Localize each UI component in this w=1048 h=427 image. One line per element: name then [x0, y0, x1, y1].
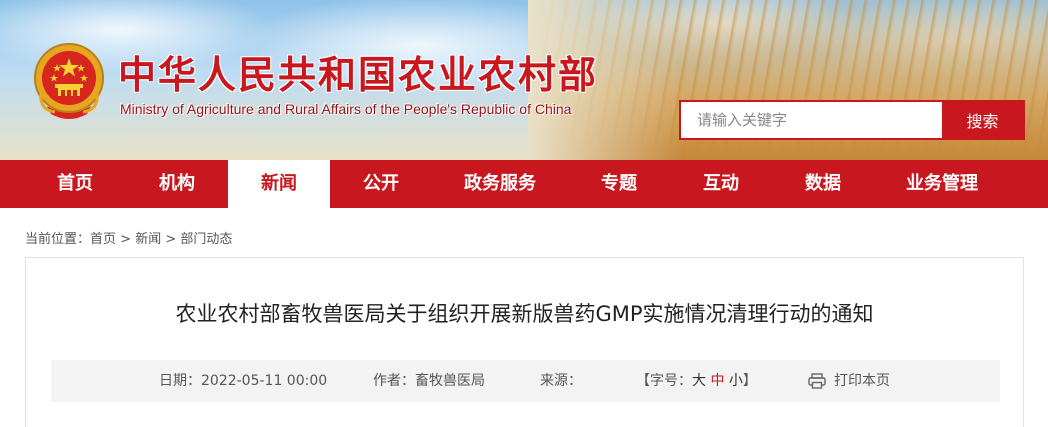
article-meta-bar: 日期：2022-05-11 00:00 作者：畜牧兽医局 来源： 【字号：大 中… — [51, 360, 1000, 402]
search-box: 搜索 — [679, 100, 1025, 140]
print-button[interactable]: 打印本页 — [808, 360, 890, 402]
nav-item-topics[interactable]: 专题 — [568, 160, 670, 208]
date-value: 2022-05-11 00:00 — [201, 373, 328, 389]
author-value: 畜牧兽医局 — [415, 373, 485, 389]
author-label: 作者： — [373, 373, 415, 389]
font-size-medium-button[interactable]: 中 — [710, 373, 724, 389]
font-size-control: 【字号：大 中 小】 — [636, 360, 757, 402]
header-banner: 中华人民共和国农业农村部 Ministry of Agriculture and… — [0, 0, 1048, 160]
article-card: 农业农村部畜牧兽医局关于组织开展新版兽药GMP实施情况清理行动的通知 日期：20… — [25, 257, 1024, 427]
nav-item-public[interactable]: 公开 — [330, 160, 432, 208]
nav-item-interaction[interactable]: 互动 — [670, 160, 772, 208]
font-size-small-button[interactable]: 小 — [729, 373, 743, 389]
nav-item-organization[interactable]: 机构 — [126, 160, 228, 208]
breadcrumb-prefix: 当前位置： — [25, 232, 91, 247]
print-label: 打印本页 — [834, 373, 890, 389]
date-label: 日期： — [159, 373, 201, 389]
nav-item-business-management[interactable]: 业务管理 — [874, 160, 1010, 208]
search-button[interactable]: 搜索 — [942, 102, 1023, 138]
article-title: 农业农村部畜牧兽医局关于组织开展新版兽药GMP实施情况清理行动的通知 — [175, 302, 874, 326]
breadcrumb-link-home[interactable]: 首页 — [90, 232, 116, 247]
nav-item-data[interactable]: 数据 — [772, 160, 874, 208]
search-input[interactable] — [681, 102, 942, 138]
font-size-close: 】 — [742, 373, 757, 389]
main-nav: 首页 机构 新闻 公开 政务服务 专题 互动 数据 业务管理 — [0, 160, 1048, 208]
breadcrumb-link-department-news[interactable]: 部门动态 — [180, 232, 232, 247]
nav-item-news[interactable]: 新闻 — [228, 160, 330, 208]
nav-item-home[interactable]: 首页 — [24, 160, 126, 208]
source-label: 来源： — [540, 373, 582, 389]
article-source: 来源： — [540, 360, 582, 402]
nav-item-government-services[interactable]: 政务服务 — [432, 160, 568, 208]
article-date: 日期：2022-05-11 00:00 — [159, 360, 327, 402]
font-size-open: 【字号： — [636, 373, 692, 389]
national-emblem-icon — [34, 43, 104, 119]
breadcrumb: 当前位置：首页 > 新闻 > 部门动态 — [25, 228, 232, 247]
site-title[interactable]: 中华人民共和国农业农村部 — [118, 44, 598, 99]
breadcrumb-link-news[interactable]: 新闻 — [135, 232, 161, 247]
article-author: 作者：畜牧兽医局 — [373, 360, 485, 402]
font-size-big-button[interactable]: 大 — [692, 373, 706, 389]
site-subtitle: Ministry of Agriculture and Rural Affair… — [120, 101, 572, 117]
breadcrumb-separator: > — [165, 232, 177, 247]
breadcrumb-separator: > — [120, 232, 132, 247]
printer-icon — [808, 373, 826, 389]
